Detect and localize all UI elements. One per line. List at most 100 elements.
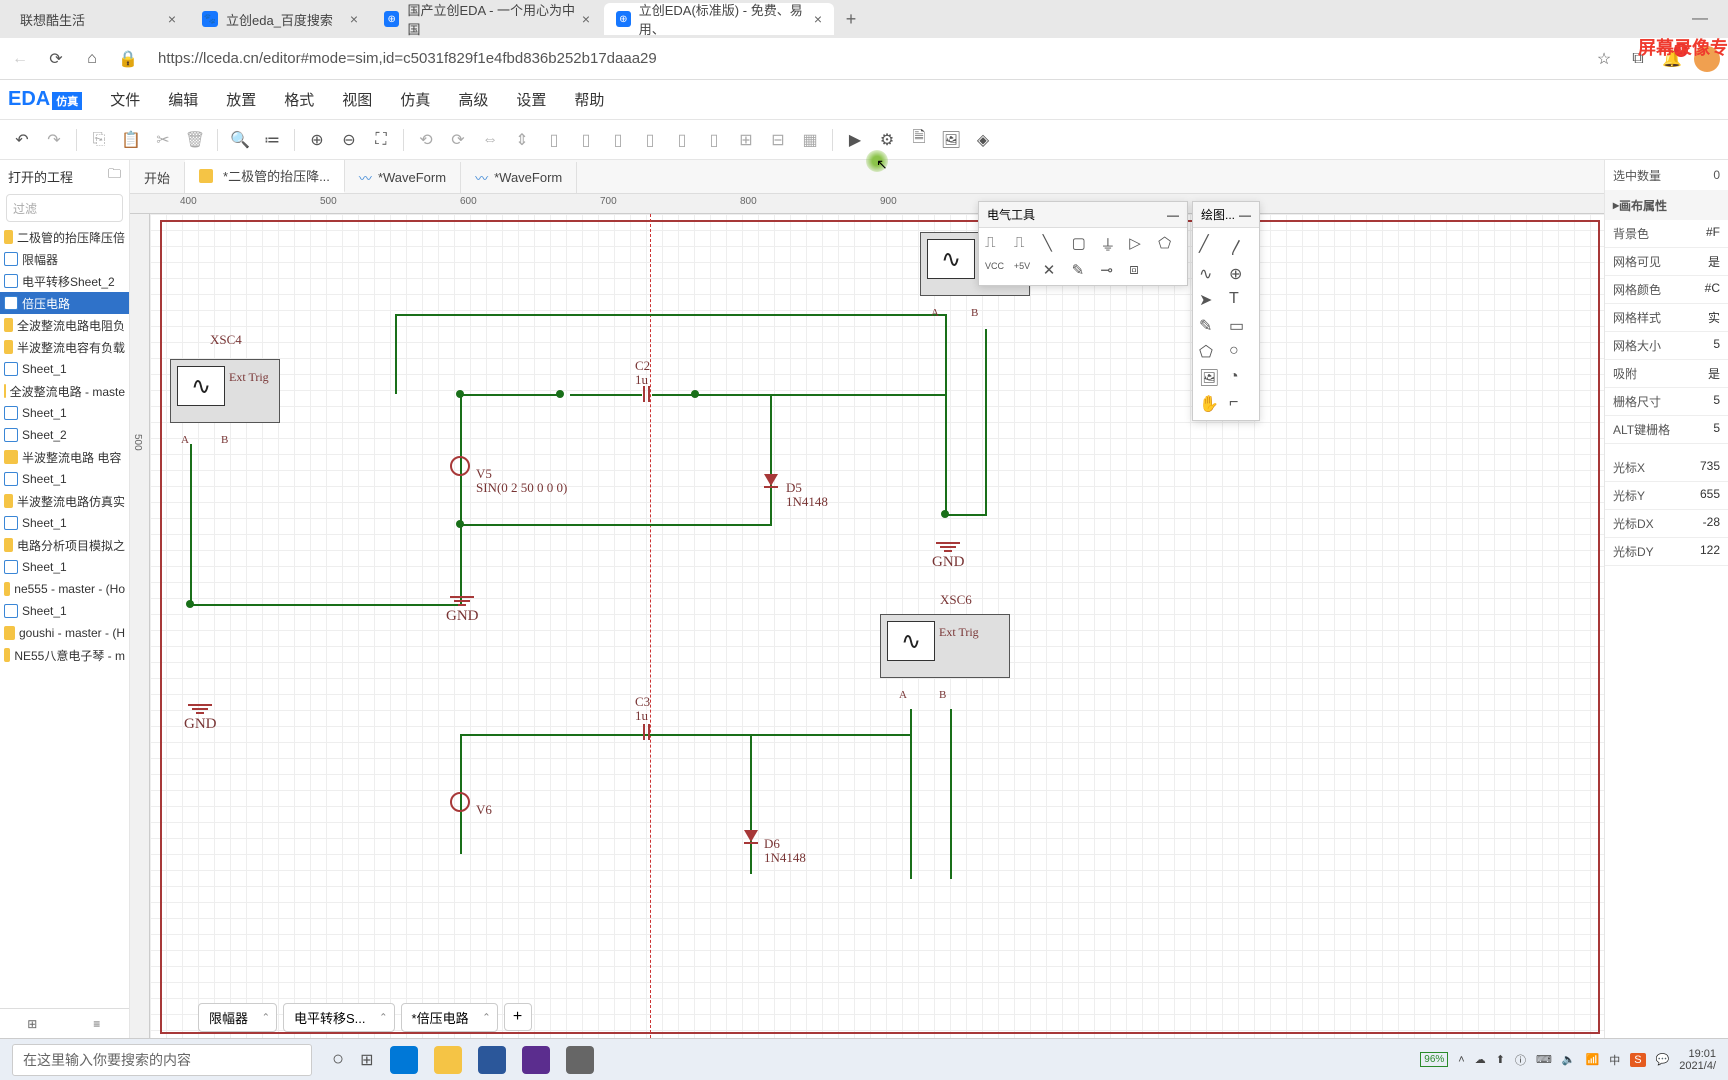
- tree-item[interactable]: 倍压电路: [0, 292, 129, 314]
- store-icon[interactable]: [478, 1046, 506, 1074]
- property-row[interactable]: 网格样式实: [1605, 304, 1728, 332]
- tree-item[interactable]: 二极管的抬压降压倍: [0, 226, 129, 248]
- tree-item[interactable]: NE55八意电子琴 - m: [0, 644, 129, 666]
- browser-tab-1[interactable]: 🐾 立创eda_百度搜索 ×: [190, 3, 370, 35]
- tool-vcc-icon[interactable]: VCC: [985, 261, 1008, 279]
- tool-circle-icon[interactable]: ○: [1229, 342, 1253, 362]
- sheet-tab-2[interactable]: *倍压电路⌃: [401, 1003, 498, 1032]
- tool-bus-icon[interactable]: ⎍: [1014, 234, 1037, 255]
- tray-update-icon[interactable]: ⬆: [1496, 1053, 1505, 1066]
- undo-icon[interactable]: ↶: [8, 126, 36, 154]
- diode-d6[interactable]: [744, 830, 758, 844]
- schematic-canvas[interactable]: XSC4 ∿ Ext Trig A B ∿ A B XSC6: [150, 214, 1604, 1038]
- clock-time[interactable]: 19:01: [1679, 1048, 1716, 1060]
- tool-curve-icon[interactable]: ∿: [1199, 264, 1223, 284]
- doc-tab-start[interactable]: 开始: [130, 162, 185, 193]
- favorite-icon[interactable]: ☆: [1592, 47, 1616, 71]
- cut-icon[interactable]: ✂: [149, 126, 177, 154]
- tree-item[interactable]: Sheet_1: [0, 600, 129, 622]
- filter-input[interactable]: 过滤: [6, 194, 123, 222]
- cortana-icon[interactable]: ○: [332, 1048, 344, 1071]
- tool-x-icon[interactable]: ✕: [1043, 261, 1066, 279]
- folder-icon[interactable]: 🗀: [108, 165, 121, 187]
- fit-icon[interactable]: ⛶: [367, 126, 395, 154]
- source-v6[interactable]: [450, 792, 470, 812]
- paste-icon[interactable]: 📋: [117, 126, 145, 154]
- tree-item[interactable]: 电路分析项目模拟之: [0, 534, 129, 556]
- redo-icon[interactable]: ↷: [40, 126, 68, 154]
- menu-place[interactable]: 放置: [214, 83, 268, 116]
- recorder-icon[interactable]: [566, 1046, 594, 1074]
- tool-gnd-icon[interactable]: ⏚: [1100, 234, 1123, 255]
- chevron-icon[interactable]: ⌃: [482, 1012, 490, 1023]
- tool-port-icon[interactable]: ▷: [1129, 234, 1152, 255]
- chevron-icon[interactable]: ⌃: [262, 1012, 270, 1023]
- minimize-icon[interactable]: —: [1167, 208, 1179, 222]
- menu-simulate[interactable]: 仿真: [388, 83, 442, 116]
- add-sheet-button[interactable]: +: [504, 1003, 532, 1031]
- list-icon[interactable]: ≔: [258, 126, 286, 154]
- tool-pencil-icon[interactable]: ✎: [1199, 316, 1223, 336]
- tool-polygon-icon[interactable]: ⬠: [1199, 342, 1223, 362]
- property-row[interactable]: 网格可见是: [1605, 248, 1728, 276]
- doc-tab-wave1[interactable]: 〰*WaveForm: [345, 162, 461, 193]
- taskbar-search[interactable]: 在这里输入你要搜索的内容: [12, 1044, 312, 1076]
- minimize-icon[interactable]: —: [1239, 208, 1251, 222]
- tool-line-icon[interactable]: ╲: [1043, 234, 1066, 255]
- property-row[interactable]: 栅格尺寸5: [1605, 388, 1728, 416]
- close-icon[interactable]: ×: [168, 11, 176, 27]
- tool-hand-icon[interactable]: ✋: [1199, 394, 1223, 414]
- source-v5[interactable]: [450, 456, 470, 476]
- property-row[interactable]: 网格大小5: [1605, 332, 1728, 360]
- clock-date[interactable]: 2021/4/: [1679, 1060, 1716, 1072]
- rotate-left-icon[interactable]: ⟲: [412, 126, 440, 154]
- zoom-out-icon[interactable]: ⊖: [335, 126, 363, 154]
- tree-item[interactable]: 限幅器: [0, 248, 129, 270]
- align-5-icon[interactable]: ▯: [668, 126, 696, 154]
- tree-item[interactable]: Sheet_1: [0, 402, 129, 424]
- flip-h-icon[interactable]: ⇔: [476, 126, 504, 154]
- align-4-icon[interactable]: ▯: [636, 126, 664, 154]
- tree-item[interactable]: Sheet_1: [0, 556, 129, 578]
- tool-netlabel-icon[interactable]: ▢: [1072, 234, 1095, 255]
- tray-cloud-icon[interactable]: ☁: [1475, 1053, 1486, 1066]
- grid-icon[interactable]: ▦: [796, 126, 824, 154]
- electrical-tools-panel[interactable]: 电气工具 — ⎍ ⎍ ╲ ▢ ⏚ ▷ ⬠ VCC +5V ✕ ✎ ⊸ ⧈: [978, 201, 1188, 286]
- browser-tab-0[interactable]: 联想酷生活 ×: [8, 3, 188, 35]
- tool-pie-icon[interactable]: ◔: [1229, 368, 1253, 388]
- tool-circle-add-icon[interactable]: ⊕: [1229, 264, 1253, 284]
- tray-volume-icon[interactable]: 🔈: [1562, 1053, 1576, 1066]
- tray-sogou-icon[interactable]: S: [1630, 1053, 1645, 1067]
- tree-item[interactable]: 电平转移Sheet_2: [0, 270, 129, 292]
- tool-wire-icon[interactable]: ⎍: [985, 234, 1008, 255]
- lib-tab[interactable]: ⊞: [0, 1017, 65, 1031]
- explorer-icon[interactable]: [434, 1046, 462, 1074]
- tree-item[interactable]: goushi - master - (H: [0, 622, 129, 644]
- tree-item[interactable]: Sheet_1: [0, 468, 129, 490]
- browser-tab-3[interactable]: ⊕ 立创EDA(标准版) - 免费、易用、 ×: [604, 3, 834, 35]
- menu-edit[interactable]: 编辑: [156, 83, 210, 116]
- tray-info-icon[interactable]: ⓘ: [1515, 1052, 1526, 1068]
- tree-item[interactable]: ne555 - master - (Ho: [0, 578, 129, 600]
- minimize-button[interactable]: —: [1680, 10, 1720, 28]
- tray-notif-icon[interactable]: 💬: [1656, 1053, 1670, 1066]
- menu-advanced[interactable]: 高级: [446, 83, 500, 116]
- tool-pen-icon[interactable]: ✎: [1072, 261, 1095, 279]
- drawing-tools-panel[interactable]: 绘图... — ╱ 〳 ∿ ⊕ ➤ T ✎ ▭ ⬠ ○ 🖼 ◔ ✋ ⌐: [1192, 201, 1260, 421]
- zoom-in-icon[interactable]: ⊕: [303, 126, 331, 154]
- url-field[interactable]: https://lceda.cn/editor#mode=sim,id=c503…: [152, 50, 1580, 67]
- close-icon[interactable]: ×: [350, 11, 358, 27]
- tree-item[interactable]: 半波整流电容有负载: [0, 336, 129, 358]
- tray-up-icon[interactable]: ˄: [1458, 1054, 1464, 1066]
- gnd-2[interactable]: GND: [450, 596, 483, 623]
- flip-v-icon[interactable]: ⇕: [508, 126, 536, 154]
- refresh-icon[interactable]: ⟳: [44, 47, 68, 71]
- align-3-icon[interactable]: ▯: [604, 126, 632, 154]
- play-icon[interactable]: ▶: [841, 126, 869, 154]
- menu-help[interactable]: 帮助: [562, 83, 616, 116]
- browser-tab-2[interactable]: ⊕ 国产立创EDA - 一个用心为中国 ×: [372, 3, 602, 35]
- tool-5v-icon[interactable]: +5V: [1014, 261, 1037, 279]
- align-2-icon[interactable]: ▯: [572, 126, 600, 154]
- scope-xsc6[interactable]: ∿ Ext Trig A B: [880, 614, 1010, 678]
- taskview-icon[interactable]: ⊞: [360, 1050, 373, 1070]
